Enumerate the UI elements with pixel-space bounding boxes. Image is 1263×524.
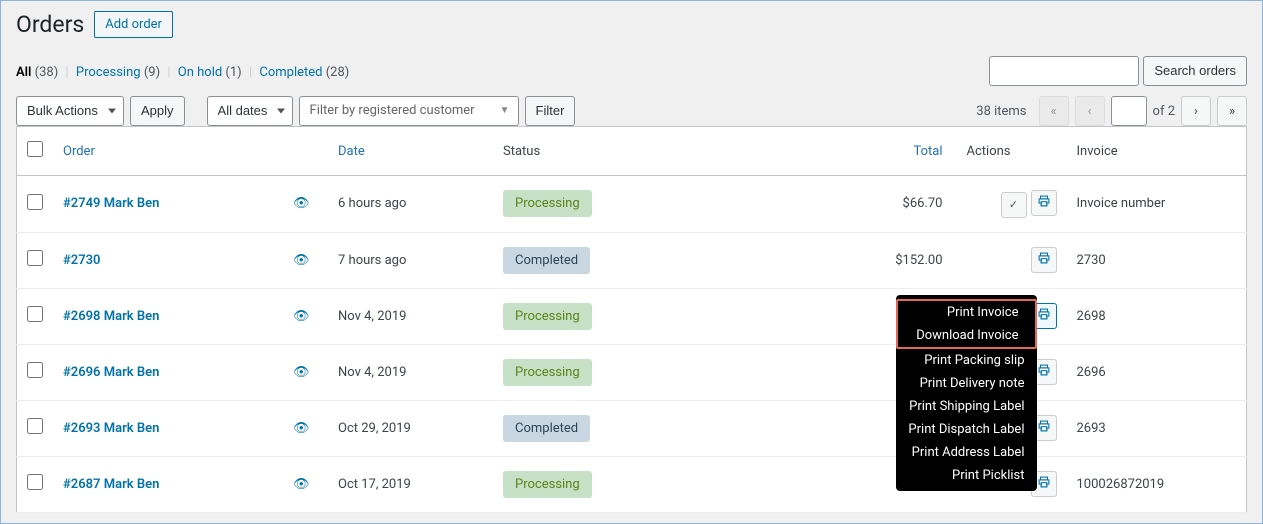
order-date: Nov 4, 2019 [328, 288, 493, 344]
order-link[interactable]: #2693 Mark Ben [63, 421, 159, 436]
menu-print-packing-slip[interactable]: Print Packing slip [896, 349, 1036, 372]
order-date: 7 hours ago [328, 232, 493, 288]
table-row: #2693 Mark Ben 👁 Oct 29, 2019 Completed … [17, 400, 1247, 456]
status-badge[interactable]: Processing [503, 471, 592, 498]
filter-all-count: (38) [35, 65, 59, 80]
bulk-actions-select[interactable]: Bulk Actions [16, 96, 124, 126]
printer-icon [1037, 475, 1051, 493]
col-order[interactable]: Order [63, 144, 95, 159]
page-title: Orders [16, 11, 84, 38]
order-link[interactable]: #2749 Mark Ben [63, 196, 159, 211]
search-input[interactable] [989, 56, 1139, 86]
select-row-checkbox[interactable] [27, 250, 43, 266]
menu-print-dispatch-label[interactable]: Print Dispatch Label [896, 418, 1036, 441]
status-badge[interactable]: Completed [503, 247, 590, 274]
col-actions: Actions [967, 127, 1067, 176]
printer-icon [1037, 307, 1051, 325]
eye-icon[interactable]: 👁 [293, 421, 310, 436]
table-row: #2698 Mark Ben 👁 Nov 4, 2019 Processing … [17, 288, 1247, 344]
customer-filter[interactable]: Filter by registered customer ▼ [299, 96, 519, 126]
invoice-number: 2698 [1067, 288, 1247, 344]
order-actions [967, 232, 1067, 288]
order-link[interactable]: #2730 [63, 253, 100, 268]
filter-all[interactable]: All [16, 65, 31, 80]
menu-print-delivery-note[interactable]: Print Delivery note [896, 372, 1036, 395]
eye-icon[interactable]: 👁 [293, 309, 310, 324]
invoice-number: 2693 [1067, 400, 1247, 456]
order-date: 6 hours ago [328, 176, 493, 233]
table-row: #2749 Mark Ben 👁 6 hours ago Processing … [17, 176, 1247, 233]
order-actions [967, 176, 1067, 233]
last-page-button[interactable]: » [1217, 96, 1247, 126]
total-pages-text: of 2 [1153, 104, 1175, 119]
print-order-button[interactable] [1031, 190, 1057, 216]
items-count: 38 items [976, 104, 1026, 119]
menu-print-shipping-label[interactable]: Print Shipping Label [896, 395, 1036, 418]
filter-button[interactable]: Filter [525, 96, 576, 126]
invoice-number: 100026872019 [1067, 456, 1247, 512]
print-dropdown-menu: Print Invoice Download Invoice Print Pac… [896, 295, 1036, 491]
menu-print-invoice[interactable]: Print Invoice [902, 301, 1030, 324]
invoice-number: 2696 [1067, 344, 1247, 400]
next-page-button[interactable]: › [1181, 96, 1211, 126]
col-invoice: Invoice [1067, 127, 1247, 176]
menu-print-picklist[interactable]: Print Picklist [896, 464, 1036, 487]
dates-filter-select[interactable]: All dates [207, 96, 293, 126]
eye-icon[interactable]: 👁 [293, 477, 310, 492]
status-badge[interactable]: Processing [503, 303, 592, 330]
filter-completed[interactable]: Completed [259, 65, 322, 80]
add-order-button[interactable]: Add order [94, 11, 173, 38]
order-total: $66.70 [723, 176, 967, 233]
prev-page-button[interactable]: ‹ [1075, 96, 1105, 126]
filter-completed-count: (28) [326, 65, 350, 80]
check-icon [1009, 197, 1018, 212]
col-status: Status [493, 127, 723, 176]
order-link[interactable]: #2698 Mark Ben [63, 309, 159, 324]
order-link[interactable]: #2696 Mark Ben [63, 365, 159, 380]
printer-icon [1037, 363, 1051, 381]
filter-on-hold[interactable]: On hold [178, 65, 222, 80]
customer-filter-placeholder: Filter by registered customer [310, 97, 475, 125]
caret-down-icon: ▼ [500, 97, 510, 125]
first-page-button[interactable]: « [1039, 96, 1069, 126]
status-badge[interactable]: Processing [503, 359, 592, 386]
select-row-checkbox[interactable] [27, 418, 43, 434]
menu-download-invoice[interactable]: Download Invoice [902, 324, 1030, 347]
eye-icon[interactable]: 👁 [293, 365, 310, 380]
select-row-checkbox[interactable] [27, 362, 43, 378]
invoice-number: 2730 [1067, 232, 1247, 288]
printer-icon [1037, 251, 1051, 269]
order-date: Oct 17, 2019 [328, 456, 493, 512]
filter-processing[interactable]: Processing [76, 65, 141, 80]
table-row: #2730 👁 7 hours ago Completed $152.00 27… [17, 232, 1247, 288]
order-date: Oct 29, 2019 [328, 400, 493, 456]
status-badge[interactable]: Completed [503, 415, 590, 442]
eye-icon[interactable]: 👁 [293, 253, 310, 268]
order-link[interactable]: #2687 Mark Ben [63, 477, 159, 492]
select-row-checkbox[interactable] [27, 474, 43, 490]
order-total: $152.00 [723, 232, 967, 288]
menu-print-address-label[interactable]: Print Address Label [896, 441, 1036, 464]
col-total[interactable]: Total [913, 144, 942, 159]
printer-icon [1037, 194, 1051, 212]
select-all-checkbox[interactable] [27, 141, 43, 157]
order-date: Nov 4, 2019 [328, 344, 493, 400]
current-page-input[interactable] [1111, 96, 1147, 126]
filter-on-hold-count: (1) [225, 65, 241, 80]
table-row: #2696 Mark Ben 👁 Nov 4, 2019 Processing … [17, 344, 1247, 400]
printer-icon [1037, 419, 1051, 437]
complete-order-button[interactable] [1001, 192, 1027, 218]
select-row-checkbox[interactable] [27, 306, 43, 322]
search-orders-button[interactable]: Search orders [1143, 56, 1247, 86]
invoice-number: Invoice number [1067, 176, 1247, 233]
eye-icon[interactable]: 👁 [293, 196, 310, 211]
select-row-checkbox[interactable] [27, 194, 43, 210]
col-date[interactable]: Date [338, 144, 365, 159]
table-row: #2687 Mark Ben 👁 Oct 17, 2019 Processing… [17, 456, 1247, 512]
filter-processing-count: (9) [144, 65, 160, 80]
print-order-button[interactable] [1031, 247, 1057, 273]
order-actions: Print Invoice Download Invoice Print Pac… [967, 288, 1067, 344]
apply-button[interactable]: Apply [130, 96, 185, 126]
status-badge[interactable]: Processing [503, 190, 592, 217]
